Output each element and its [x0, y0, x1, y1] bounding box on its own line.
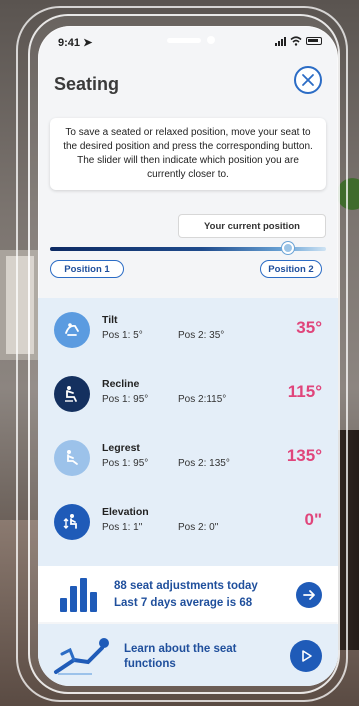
page-title: Seating — [54, 74, 120, 94]
adjustment-pos1: Pos 1: 95° — [102, 394, 149, 405]
stats-average: Last 7 days average is 68 — [114, 597, 253, 609]
battery-icon — [306, 37, 322, 45]
play-button[interactable] — [290, 640, 322, 672]
tilt-icon — [54, 312, 90, 348]
adjustment-pos2: Pos 2: 0" — [178, 522, 219, 533]
camera-dot — [207, 36, 215, 44]
adjustment-name: Elevation — [102, 506, 149, 518]
adjustment-pos1: Pos 1: 95° — [102, 458, 149, 469]
adjustment-value: 35° — [296, 318, 322, 337]
adjustment-pos1: Pos 1: 5° — [102, 330, 143, 341]
slider-thumb[interactable] — [282, 242, 294, 254]
position-2-button[interactable]: Position 2 — [260, 260, 322, 278]
stats-arrow-button[interactable] — [296, 582, 322, 608]
adjustment-row-elevation: Elevation Pos 1: 1" Pos 2: 0" 0" — [38, 492, 338, 552]
close-icon — [302, 74, 314, 86]
legrest-icon — [54, 440, 90, 476]
learn-text: Learn about the seat functions — [124, 643, 237, 670]
wifi-icon — [290, 36, 302, 46]
adjustment-row-recline: Recline Pos 1: 95° Pos 2:115° 115° — [38, 364, 338, 424]
adjustment-value: 135° — [286, 446, 322, 465]
adjustment-list: Tilt Pos 1: 5° Pos 2: 35° 35° Recline Po… — [38, 298, 338, 566]
speaker-grille — [167, 38, 201, 43]
bar-chart-icon — [60, 578, 98, 612]
learn-card[interactable]: Learn about the seat functions — [38, 624, 338, 686]
adjustment-pos2: Pos 2: 35° — [178, 330, 225, 341]
phone-screen: 9:41 ➤ Seating To save a seated or relax… — [38, 26, 338, 686]
status-time: 9:41 ➤ — [58, 37, 93, 49]
adjustment-name: Tilt — [102, 314, 118, 326]
adjustment-value: 115° — [287, 382, 322, 401]
current-position-label: Your current position — [178, 214, 326, 238]
stats-today: 88 seat adjustments today — [114, 580, 258, 592]
recline-icon — [54, 376, 90, 412]
notch — [153, 32, 223, 50]
reclining-person-icon — [54, 638, 109, 675]
instruction-card: To save a seated or relaxed position, mo… — [50, 118, 326, 190]
adjustment-name: Recline — [102, 378, 140, 390]
position-1-button[interactable]: Position 1 — [50, 260, 124, 278]
stats-card[interactable]: 88 seat adjustments today Last 7 days av… — [38, 566, 338, 622]
adjustment-name: Legrest — [102, 442, 140, 454]
adjustment-value: 0" — [304, 510, 322, 529]
location-arrow-icon: ➤ — [83, 37, 93, 49]
adjustment-pos2: Pos 2:115° — [178, 394, 227, 405]
adjustment-row-tilt: Tilt Pos 1: 5° Pos 2: 35° 35° — [38, 300, 338, 360]
adjustment-pos1: Pos 1: 1" — [102, 522, 143, 533]
close-button[interactable] — [294, 66, 322, 94]
status-icons — [275, 36, 322, 46]
play-icon — [302, 650, 312, 662]
status-bar: 9:41 ➤ — [38, 26, 338, 62]
cellular-signal-icon — [275, 36, 286, 46]
position-slider[interactable] — [50, 242, 326, 254]
elevation-icon — [54, 504, 90, 540]
adjustment-pos2: Pos 2: 135° — [178, 458, 230, 469]
arrow-right-icon — [303, 590, 315, 600]
adjustment-row-legrest: Legrest Pos 1: 95° Pos 2: 135° 135° — [38, 428, 338, 488]
